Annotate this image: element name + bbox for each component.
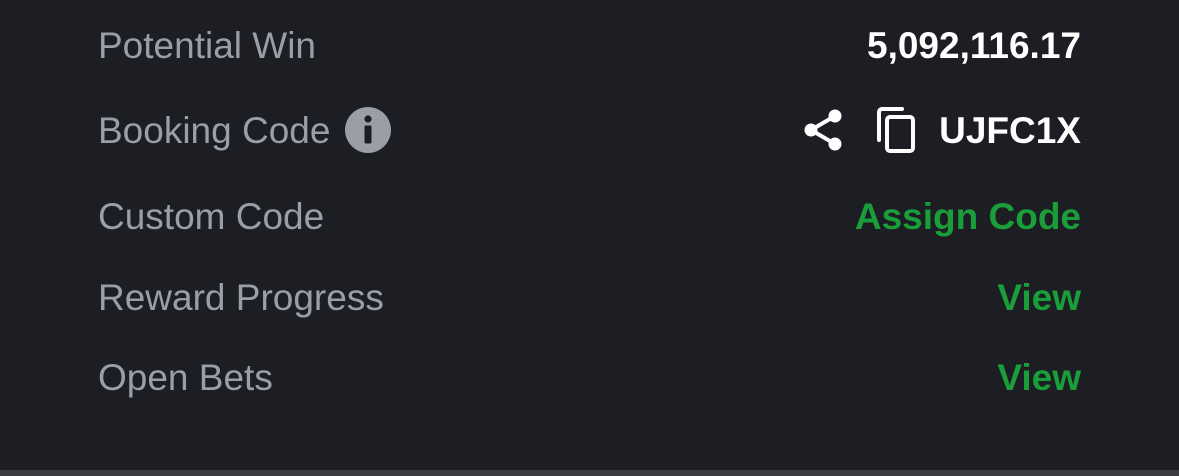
booking-code-label: Booking Code xyxy=(98,109,331,151)
custom-code-label: Custom Code xyxy=(98,195,325,237)
assign-code-link[interactable]: Assign Code xyxy=(855,198,1081,235)
booking-code-row: Booking Code UJFC1X xyxy=(98,100,1081,160)
reward-progress-row: Reward Progress View xyxy=(98,267,1081,327)
potential-win-value: 5,092,116.17 xyxy=(867,24,1081,66)
potential-win-row: Potential Win 5,092,116.17 xyxy=(98,15,1081,75)
copy-icon[interactable] xyxy=(875,106,917,154)
bet-summary-panel: Potential Win 5,092,116.17 Booking Code xyxy=(0,0,1179,470)
share-icon[interactable] xyxy=(801,106,845,154)
booking-code-value[interactable]: UJFC1X xyxy=(939,112,1081,149)
open-bets-view-link[interactable]: View xyxy=(997,359,1081,396)
potential-win-label: Potential Win xyxy=(98,24,316,66)
open-bets-row: Open Bets View xyxy=(98,347,1081,407)
open-bets-label: Open Bets xyxy=(98,356,273,398)
booking-code-value-group: UJFC1X xyxy=(801,106,1081,154)
info-icon[interactable] xyxy=(344,106,392,154)
booking-code-label-group: Booking Code xyxy=(98,106,392,154)
custom-code-row: Custom Code Assign Code xyxy=(98,186,1081,246)
reward-progress-view-link[interactable]: View xyxy=(997,279,1081,316)
reward-progress-label: Reward Progress xyxy=(98,276,384,318)
bottom-divider xyxy=(0,470,1179,476)
